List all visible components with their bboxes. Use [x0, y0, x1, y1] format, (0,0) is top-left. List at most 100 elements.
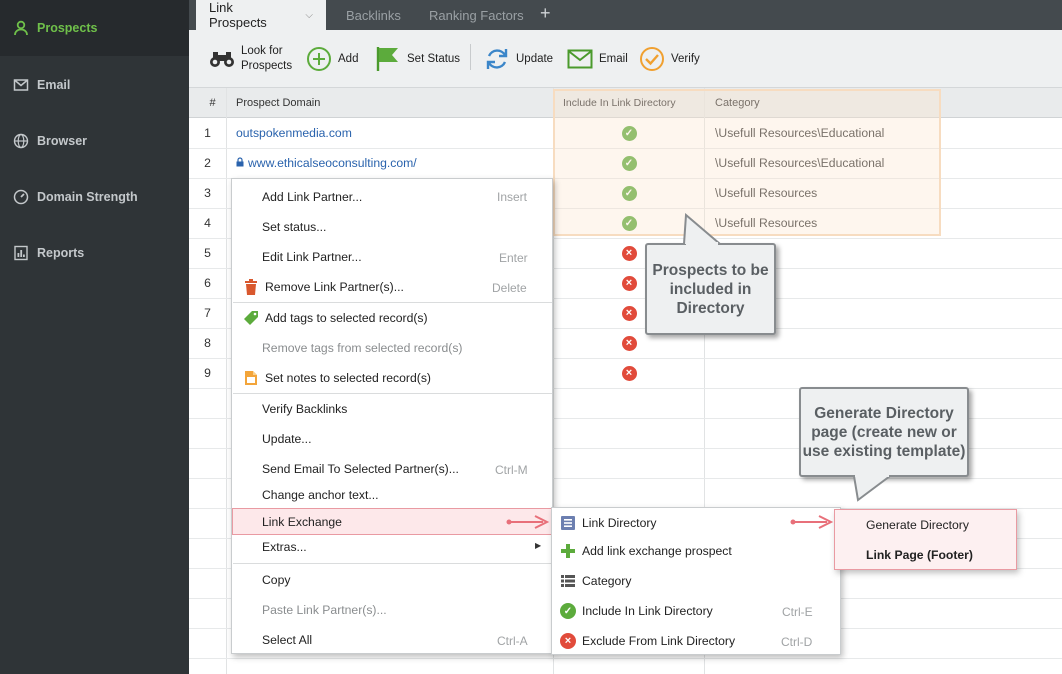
menu-item-label: Generate Directory [866, 518, 969, 532]
menu-remove-link-partner[interactable]: Remove Link Partner(s)... [243, 272, 404, 302]
menu-item-label: Edit Link Partner... [262, 250, 362, 264]
tab-ranking-factors[interactable]: Ranking Factors [416, 0, 537, 30]
menu-item-label: Paste Link Partner(s)... [262, 603, 387, 617]
menu-item-label: Exclude From Link Directory [582, 634, 736, 648]
menu-item-label: Add tags to selected record(s) [265, 311, 428, 325]
add-tab-button[interactable]: + [540, 3, 551, 24]
sidebar-item-email[interactable]: Email [0, 57, 189, 113]
verify-button[interactable]: Verify [639, 43, 700, 75]
domain-text: www.ethicalseoconsulting.com/ [248, 156, 417, 170]
menu-item-label: Send Email To Selected Partner(s)... [262, 462, 459, 476]
plus-circle-icon [306, 46, 332, 72]
menu-item-label: Link Exchange [262, 514, 342, 529]
row-number: 8 [204, 336, 211, 350]
menu-set-status[interactable]: Set status... [262, 212, 326, 242]
set-status-button[interactable]: Set Status [375, 43, 460, 75]
menu-item-label: Link Directory [582, 516, 657, 530]
submenu-include-in-link-directory[interactable]: ✓ Include In Link Directory [560, 596, 713, 626]
submenu-add-link-exchange-prospect[interactable]: Add link exchange prospect [560, 536, 732, 566]
menu-verify-backlinks[interactable]: Verify Backlinks [262, 394, 347, 424]
menu-copy[interactable]: Copy [262, 565, 290, 595]
menu-item-label: Extras... [262, 540, 307, 554]
tab-backlinks[interactable]: Backlinks [333, 0, 414, 30]
submenu-link-page-footer[interactable]: Link Page (Footer) [866, 540, 973, 570]
arrow-right-icon [790, 515, 834, 529]
sidebar-item-domain-strength[interactable]: Domain Strength [0, 169, 189, 225]
menu-paste-link-partner[interactable]: Paste Link Partner(s)... [262, 595, 387, 625]
tab-label: Backlinks [346, 7, 401, 23]
row-number: 7 [204, 306, 211, 320]
refresh-icon [484, 46, 510, 72]
menu-set-notes[interactable]: Set notes to selected record(s) [243, 363, 431, 393]
chevron-down-icon[interactable]: ⌵ [305, 10, 313, 21]
highlight-box [553, 89, 941, 236]
domain-text: outspokenmedia.com [236, 126, 352, 140]
globe-icon [13, 133, 29, 149]
menu-link-exchange[interactable]: Link Exchange [232, 508, 552, 535]
trash-icon [243, 279, 259, 295]
verify-label: Verify [671, 53, 700, 65]
note-icon [243, 370, 259, 386]
look-for-prospects-button[interactable]: Look for Prospects [209, 43, 292, 75]
menu-item-label: Set status... [262, 220, 327, 234]
menu-change-anchor-text[interactable]: Change anchor text... [262, 480, 379, 510]
include-status-cell: × [554, 358, 704, 388]
update-label: Update [516, 53, 554, 65]
check-circle-icon [639, 46, 665, 72]
sidebar-item-label: Prospects [37, 21, 98, 35]
menu-update[interactable]: Update... [262, 424, 311, 454]
menu-select-all[interactable]: Select All [262, 625, 312, 655]
menu-item-label: Add Link Partner... [262, 190, 363, 204]
prospect-domain-link[interactable]: www.ethicalseoconsulting.com/ [236, 148, 417, 178]
cross-circle-icon: × [621, 335, 637, 351]
submenu-category[interactable]: Category [560, 566, 631, 596]
menu-remove-tags[interactable]: Remove tags from selected record(s) [262, 333, 463, 363]
binoculars-icon [209, 46, 235, 72]
row-divider [189, 658, 1062, 659]
prospect-domain-link[interactable]: outspokenmedia.com [236, 118, 352, 148]
submenu-link-directory[interactable]: Link Directory [560, 508, 657, 538]
row-number: 1 [204, 126, 211, 140]
menu-item-label: Change anchor text... [262, 488, 379, 502]
sidebar-item-label: Domain Strength [37, 190, 138, 204]
lock-icon [236, 156, 244, 170]
shortcut-delete: Delete [492, 281, 527, 295]
shortcut-ctrl-a: Ctrl-A [497, 634, 528, 648]
col-number-header[interactable]: # [189, 88, 236, 118]
col-domain-header[interactable]: Prospect Domain [236, 88, 320, 118]
envelope-icon [567, 46, 593, 72]
add-button[interactable]: Add [306, 43, 358, 75]
sidebar-item-prospects[interactable]: Prospects [0, 0, 189, 56]
menu-item-label: Category [582, 574, 632, 588]
sidebar-item-label: Reports [37, 246, 85, 260]
email-button[interactable]: Email [567, 43, 628, 75]
sidebar-item-reports[interactable]: Reports [0, 225, 189, 281]
row-number: 4 [204, 216, 211, 230]
shortcut-ctrl-m: Ctrl-M [495, 463, 528, 477]
shortcut-insert: Insert [497, 190, 528, 204]
report-icon [13, 245, 29, 261]
plus-icon [560, 543, 576, 559]
arrow-right-icon [506, 515, 550, 529]
update-button[interactable]: Update [484, 43, 553, 75]
menu-add-tags[interactable]: Add tags to selected record(s) [243, 303, 428, 333]
menu-extras[interactable]: Extras... [262, 532, 307, 562]
callout-pointer [853, 474, 891, 502]
cross-circle-icon: × [621, 365, 637, 381]
submenu-arrow-icon: ▶ [535, 541, 542, 550]
shortcut-ctrl-e: Ctrl-E [782, 605, 813, 619]
menu-edit-link-partner[interactable]: Edit Link Partner... [262, 242, 362, 272]
check-circle-icon: ✓ [560, 603, 576, 619]
menu-item-label: Remove Link Partner(s)... [265, 280, 404, 294]
callout-pointer [683, 213, 721, 246]
sidebar-item-browser[interactable]: Browser [0, 113, 189, 169]
submenu-exclude-from-link-directory[interactable]: × Exclude From Link Directory [560, 626, 735, 656]
submenu-generate-directory[interactable]: Generate Directory [866, 510, 969, 540]
sidebar-item-label: Browser [37, 134, 88, 148]
callout-generate: Generate Directory page (create new or u… [799, 387, 969, 477]
menu-add-link-partner[interactable]: Add Link Partner... [262, 182, 362, 212]
row-number: 3 [204, 186, 211, 200]
shortcut-ctrl-d: Ctrl-D [781, 635, 813, 649]
tab-link-prospects[interactable]: Link Prospects ⌵ [196, 0, 326, 30]
cross-circle-icon: × [560, 633, 576, 649]
